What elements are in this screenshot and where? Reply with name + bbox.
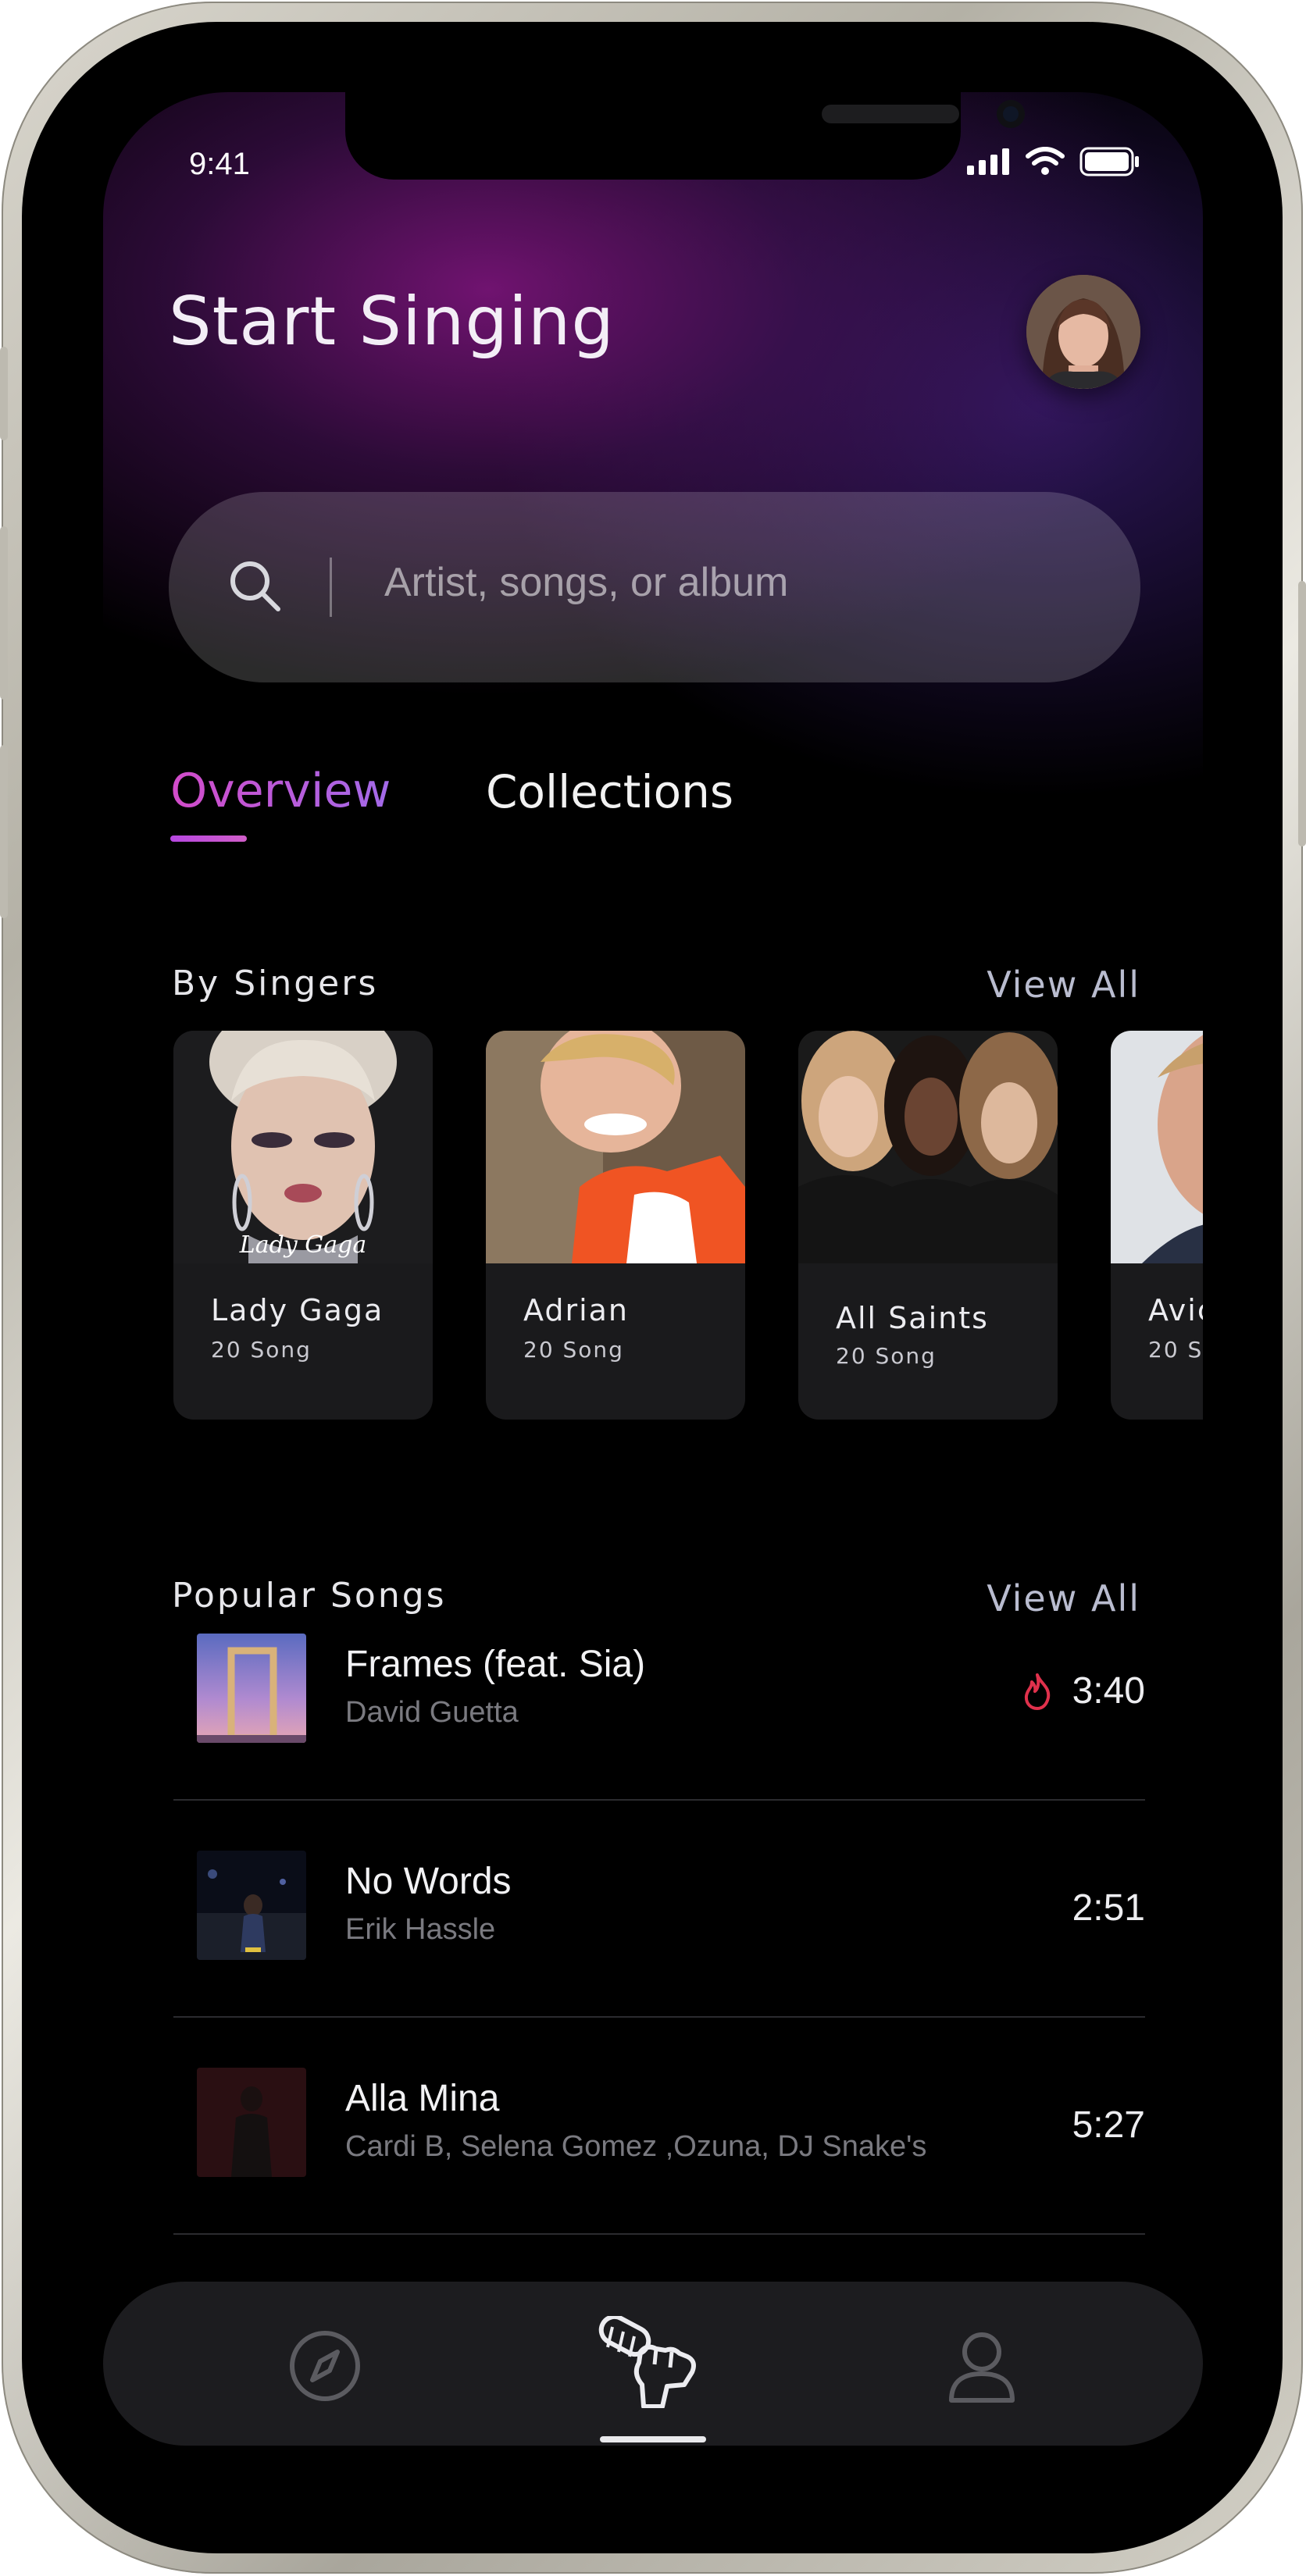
view-all-songs-link[interactable]: View All [987,1577,1140,1619]
song-duration: 2:51 [1072,1887,1145,1929]
song-row-frames[interactable]: Frames (feat. Sia) David Guetta 3:40 [173,1634,1145,1821]
song-title: No Words [345,1861,512,1902]
singer-photo [798,1031,1058,1263]
song-artist: Cardi B, Selena Gomez ,Ozuna, DJ Snake's [345,2130,927,2163]
search-bar[interactable]: Artist, songs, or album [169,492,1140,682]
page-title: Start Singing [169,283,615,361]
singer-card-adrian[interactable]: Adrian 20 Song [486,1031,745,1420]
song-divider [173,2233,1145,2235]
song-title: Frames (feat. Sia) [345,1644,646,1685]
search-divider [330,558,332,617]
singer-card-avicii[interactable]: Avic 20 So [1111,1031,1203,1420]
search-icon [230,561,280,611]
compass-icon[interactable] [287,2328,362,2403]
singer-name: Adrian [523,1293,629,1327]
power-button [1298,581,1306,846]
tab-overview[interactable]: Overview [170,764,391,818]
status-time: 9:41 [189,147,250,181]
active-nav-indicator [600,2436,706,2442]
singer-name: Avic [1148,1293,1203,1327]
wifi-icon [1026,147,1065,175]
song-divider [173,1799,1145,1801]
silent-switch [0,347,8,440]
singer-photo-caption: Lady Gaga [239,1231,367,1259]
song-duration: 3:40 [1072,1670,1145,1712]
notch [345,92,1025,180]
trending-fire-icon [1024,1673,1051,1710]
song-divider [173,2016,1145,2018]
section-title-popular: Popular Songs [172,1576,447,1616]
singer-photo [486,1031,745,1263]
singer-song-count: 20 Song [523,1337,624,1363]
singer-photo: Lady Gaga [173,1031,433,1263]
bottom-navigation [103,2282,1203,2446]
singer-name: Lady Gaga [211,1293,384,1327]
singer-photo [1111,1031,1203,1263]
singer-song-count: 20 Song [836,1343,937,1369]
song-title: Alla Mina [345,2078,500,2119]
singer-card-all-saints[interactable]: All Saints 20 Song [798,1031,1058,1420]
earpiece-speaker [822,105,959,123]
song-artist: David Guetta [345,1696,519,1729]
song-artwork [197,1634,306,1743]
view-all-singers-link[interactable]: View All [987,964,1140,1006]
volume-down-button [0,745,8,918]
song-artwork [197,2068,306,2177]
battery-icon [1079,147,1139,176]
singer-song-count: 20 Song [211,1337,312,1363]
profile-icon[interactable] [947,2328,1017,2403]
front-camera [997,100,1025,128]
song-duration: 5:27 [1072,2104,1145,2146]
section-title-singers: By Singers [172,964,379,1003]
app-screen: 9:41 Start Singing Artist, songs, or alb… [103,92,1203,2489]
active-tab-indicator [170,836,247,842]
signal-icon [967,148,1009,175]
tab-collections[interactable]: Collections [486,765,733,818]
microphone-hand-icon[interactable] [595,2316,705,2408]
volume-up-button [0,526,8,700]
song-row-alla-mina[interactable]: Alla Mina Cardi B, Selena Gomez ,Ozuna, … [173,2068,1145,2255]
song-artist: Erik Hassle [345,1913,496,1946]
user-avatar[interactable] [1026,275,1140,389]
avatar-portrait [1026,275,1140,389]
song-row-no-words[interactable]: No Words Erik Hassle 2:51 [173,1851,1145,2038]
status-icons [967,147,1140,176]
singers-carousel[interactable]: Lady Gaga Lady Gaga 20 Song Adrian 20 So… [173,1031,1203,1421]
singer-card-lady-gaga[interactable]: Lady Gaga Lady Gaga 20 Song [173,1031,433,1420]
song-artwork [197,1851,306,1960]
singer-song-count: 20 So [1148,1337,1203,1363]
search-input[interactable]: Artist, songs, or album [384,559,788,606]
singer-name: All Saints [836,1301,989,1335]
